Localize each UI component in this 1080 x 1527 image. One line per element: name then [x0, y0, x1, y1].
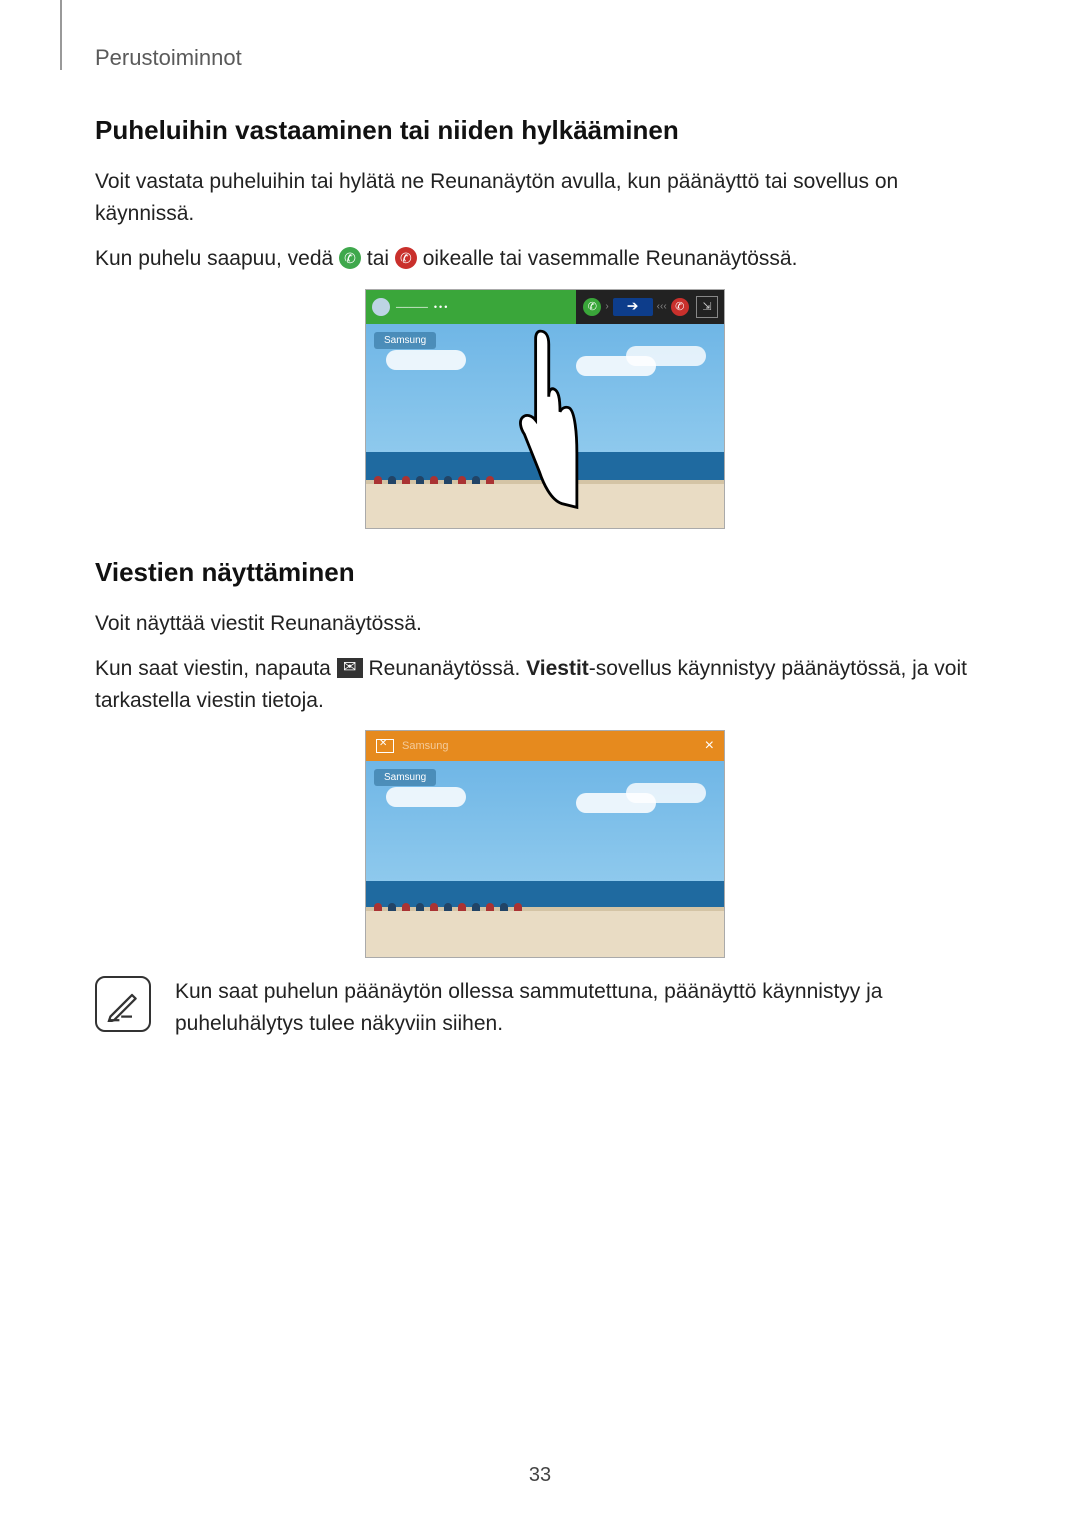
section2-para2: Kun saat viestin, napauta Reunanäytössä.…	[95, 653, 995, 716]
note-block: Kun saat puhelun päänäytön ollessa sammu…	[95, 976, 995, 1039]
caller-number-placeholder: ─────	[396, 302, 428, 312]
section2-para2-b: Reunanäytössä.	[369, 657, 527, 680]
avatar-icon	[372, 298, 390, 316]
swipe-arrow-icon	[613, 298, 653, 316]
header-section-label: Perustoiminnot	[95, 45, 242, 71]
section1-para2-a: Kun puhelu saapuu, vedä	[95, 247, 339, 270]
figure-message-edge-screen: Samsung × Samsung	[365, 730, 725, 958]
header-rule	[60, 0, 62, 70]
clouds-decorative	[386, 350, 466, 370]
swipe-indicator: ✆ › ‹‹‹ ✆	[576, 298, 696, 316]
reject-dot-icon: ✆	[671, 298, 689, 316]
umbrella-row-2	[366, 903, 724, 917]
section2-para2-bold: Viestit	[526, 657, 589, 680]
section1-para1: Voit vastata puheluihin tai hylätä ne Re…	[95, 166, 995, 229]
fig2-caller-tag: Samsung	[374, 769, 436, 786]
section2-para1: Voit näyttää viestit Reunanäytössä.	[95, 608, 995, 640]
section2-heading: Viestien näyttäminen	[95, 557, 995, 588]
section1-para2: Kun puhelu saapuu, vedä tai oikealle tai…	[95, 243, 995, 275]
message-bar: Samsung ×	[366, 731, 724, 761]
msg-sender-faded: Samsung	[402, 740, 448, 752]
figure-call-edge-screen: ───── ••• ✆ › ‹‹‹ ✆ ⇲ Samsung	[365, 289, 725, 529]
fig2-sand	[366, 907, 724, 958]
message-icon	[337, 658, 363, 678]
chevron-left-icon: ‹‹‹	[657, 301, 667, 312]
envelope-icon	[376, 739, 394, 753]
page-number: 33	[529, 1464, 551, 1487]
page-content: Puheluihin vastaaminen tai niiden hylkää…	[95, 115, 995, 1039]
fig1-caller-tag: Samsung	[374, 332, 436, 349]
clouds-decorative-2	[386, 787, 466, 807]
section1-heading: Puheluihin vastaaminen tai niiden hylkää…	[95, 115, 995, 146]
note-text: Kun saat puhelun päänäytön ollessa sammu…	[175, 976, 995, 1039]
section1-para2-c: oikealle tai vasemmalle Reunanäytössä.	[423, 247, 798, 270]
fig2-sky: Samsung	[366, 761, 724, 881]
answer-dot-icon: ✆	[583, 298, 601, 316]
reject-call-icon	[395, 247, 417, 269]
chevron-right-icon: ›	[605, 301, 608, 312]
more-dots-icon: •••	[434, 302, 449, 312]
note-icon	[95, 976, 151, 1032]
answer-call-icon	[339, 247, 361, 269]
hand-pointing-icon	[508, 318, 583, 513]
expand-icon: ⇲	[696, 296, 718, 318]
section1-para2-b: tai	[367, 247, 395, 270]
section2-para2-a: Kun saat viestin, napauta	[95, 657, 337, 680]
close-icon: ×	[705, 737, 714, 755]
